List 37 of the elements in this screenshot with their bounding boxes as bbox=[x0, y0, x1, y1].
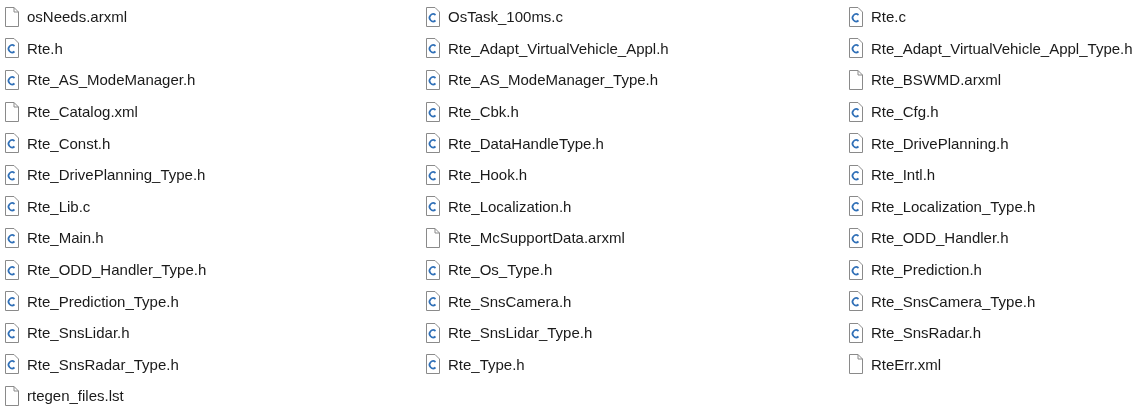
file-name[interactable]: Rte_Hook.h bbox=[448, 166, 528, 184]
file-name[interactable]: Rte_SnsRadar.h bbox=[871, 324, 982, 342]
file-name[interactable]: osNeeds.arxml bbox=[27, 8, 128, 26]
file-name[interactable]: Rte_AS_ModeManager.h bbox=[27, 71, 196, 89]
file-name[interactable]: Rte_Prediction_Type.h bbox=[27, 292, 179, 310]
file-name[interactable]: Rte.c bbox=[871, 8, 906, 26]
file-name[interactable]: Rte_SnsCamera_Type.h bbox=[871, 292, 1036, 310]
file-name[interactable]: Rte_Os_Type.h bbox=[448, 261, 553, 279]
file-name[interactable]: Rte_Const.h bbox=[27, 134, 111, 152]
file-name[interactable]: Rte_ODD_Handler_Type.h bbox=[27, 261, 207, 279]
file-name[interactable]: Rte_DrivePlanning_Type.h bbox=[27, 166, 206, 184]
file-name[interactable]: Rte_Cfg.h bbox=[871, 103, 939, 121]
file-name[interactable]: Rte_Type.h bbox=[448, 355, 525, 373]
file-name[interactable]: Rte_Localization_Type.h bbox=[871, 197, 1036, 215]
file-name[interactable]: Rte_Intl.h bbox=[871, 166, 936, 184]
file-name[interactable]: Rte_DataHandleType.h bbox=[448, 134, 604, 152]
file-name[interactable]: Rte_AS_ModeManager_Type.h bbox=[448, 71, 659, 89]
file-name[interactable]: Rte_Lib.c bbox=[27, 197, 91, 215]
file-name[interactable]: Rte_SnsLidar_Type.h bbox=[448, 324, 593, 342]
file-name[interactable]: Rte.h bbox=[27, 39, 63, 57]
file-name[interactable]: Rte_Adapt_VirtualVehicle_Appl.h bbox=[448, 39, 669, 57]
file-name[interactable]: Rte_Main.h bbox=[27, 229, 104, 247]
file-name[interactable]: Rte_McSupportData.arxml bbox=[448, 229, 625, 247]
file-name[interactable]: rtegen_files.lst bbox=[27, 387, 124, 405]
file-name[interactable]: Rte_BSWMD.arxml bbox=[871, 71, 1001, 89]
file-name[interactable]: Rte_Catalog.xml bbox=[27, 103, 138, 121]
file-name[interactable]: Rte_Localization.h bbox=[448, 197, 572, 215]
file-name[interactable]: Rte_SnsLidar.h bbox=[27, 324, 130, 342]
file-name[interactable]: Rte_DrivePlanning.h bbox=[871, 134, 1009, 152]
file-name[interactable]: OsTask_100ms.c bbox=[448, 8, 564, 26]
file-name[interactable]: Rte_Cbk.h bbox=[448, 103, 519, 121]
file-name[interactable]: RteErr.xml bbox=[871, 355, 941, 373]
file-name[interactable]: Rte_ODD_Handler.h bbox=[871, 229, 1009, 247]
file-name[interactable]: Rte_SnsCamera.h bbox=[448, 292, 572, 310]
file-name[interactable]: Rte_Adapt_VirtualVehicle_Appl_Type.h bbox=[871, 39, 1133, 57]
file-name[interactable]: Rte_Prediction.h bbox=[871, 261, 982, 279]
file-name[interactable]: Rte_SnsRadar_Type.h bbox=[27, 355, 179, 373]
